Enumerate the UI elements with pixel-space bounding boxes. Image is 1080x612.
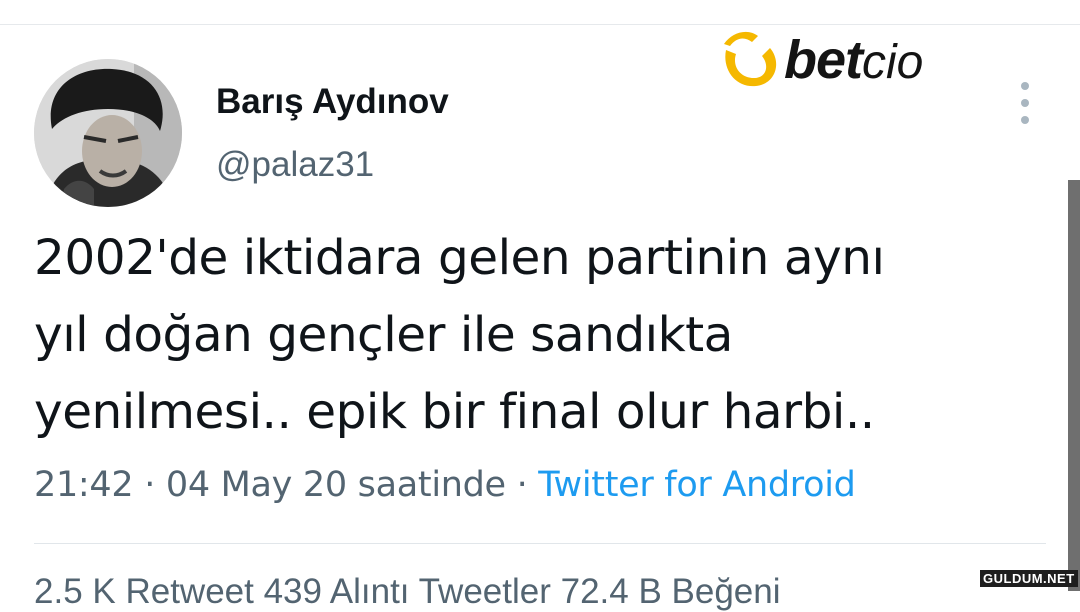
tweet-line: yenilmesi.. epik bir final olur harbi.. [34, 384, 875, 440]
betcio-logo-icon [724, 31, 777, 87]
more-dot [1021, 116, 1029, 124]
top-divider [0, 24, 1080, 25]
tweet-line: 2002'de iktidara gelen partinin aynı [34, 230, 885, 286]
more-dot [1021, 82, 1029, 90]
avatar-image [34, 59, 182, 207]
user-handle[interactable]: @palaz31 [216, 145, 374, 185]
more-vertical-icon[interactable] [1011, 82, 1039, 124]
tweet-meta: 21:42 · 04 May 20 saatinde · Twitter for… [34, 465, 856, 505]
tweet-source-link[interactable]: Twitter for Android [538, 465, 856, 505]
brand-name-light: cio [862, 36, 924, 89]
tweet-text: 2002'de iktidara gelen partinin aynı yıl… [34, 220, 1014, 451]
brand-logo: betcio [718, 26, 963, 92]
brand-name-bold: bet [784, 30, 863, 90]
tweet-date[interactable]: 04 May 20 saatinde [166, 465, 506, 505]
tweet-line: yıl doğan gençler ile sandıkta [34, 307, 733, 363]
tweet-time[interactable]: 21:42 [34, 465, 134, 505]
display-name[interactable]: Barış Aydınov [216, 82, 449, 122]
avatar[interactable] [34, 59, 182, 207]
scrollbar[interactable] [1068, 180, 1080, 591]
more-dot [1021, 99, 1029, 107]
meta-separator: · [133, 465, 166, 505]
watermark: GULDUM.NET [980, 570, 1078, 587]
brand-wordmark: betcio [784, 30, 923, 104]
tweet-stats[interactable]: 2.5 K Retweet 439 Alıntı Tweetler 72.4 B… [34, 572, 781, 612]
meta-separator: · [505, 465, 539, 505]
stats-divider [34, 543, 1046, 544]
